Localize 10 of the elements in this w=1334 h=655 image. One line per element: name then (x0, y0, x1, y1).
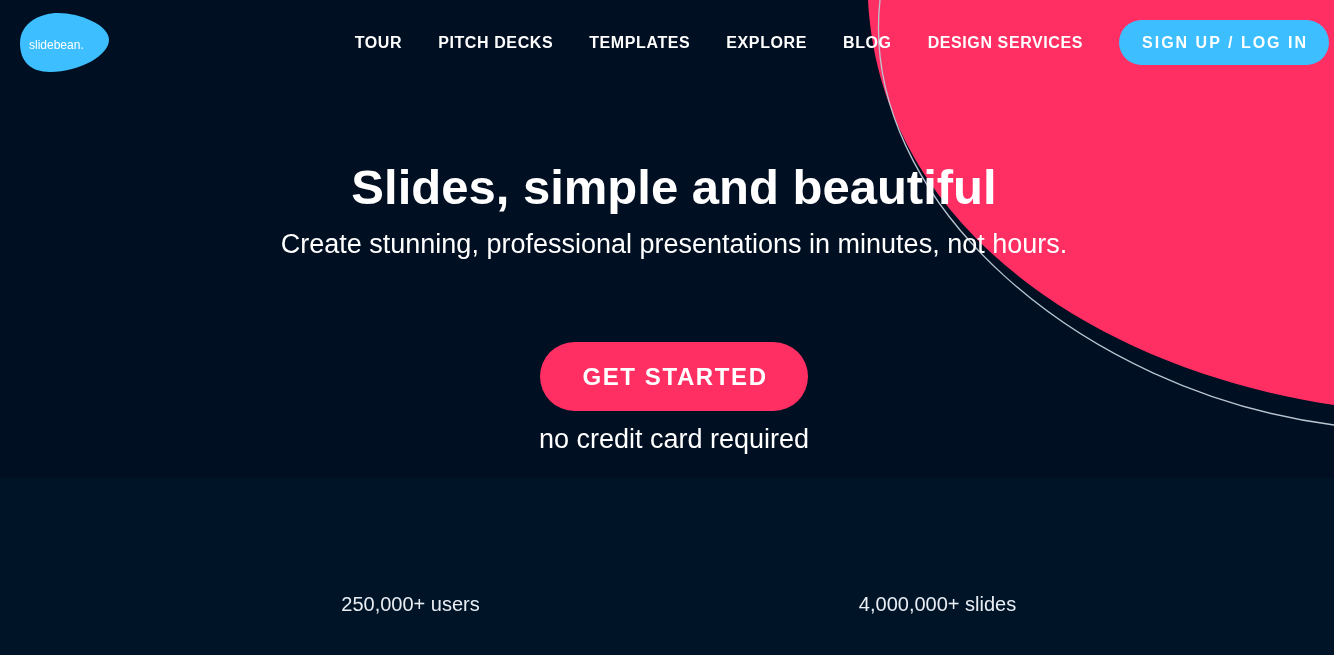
logo-blob-icon (20, 13, 109, 72)
nav-link[interactable]: DESIGN SERVICES (927, 32, 1084, 53)
nav-link[interactable]: PITCH DECKS (438, 32, 554, 53)
no-card-note: no credit card required (538, 423, 810, 455)
nav-link[interactable]: TEMPLATES (589, 32, 691, 53)
stat-text: 4,000,000+ slides (858, 592, 1017, 616)
stat-text: 250,000+ users (341, 592, 480, 616)
get-started-button[interactable]: GET STARTED (540, 342, 808, 411)
nav-link[interactable]: EXPLORE (726, 32, 807, 53)
nav-link[interactable]: TOUR (354, 32, 403, 53)
